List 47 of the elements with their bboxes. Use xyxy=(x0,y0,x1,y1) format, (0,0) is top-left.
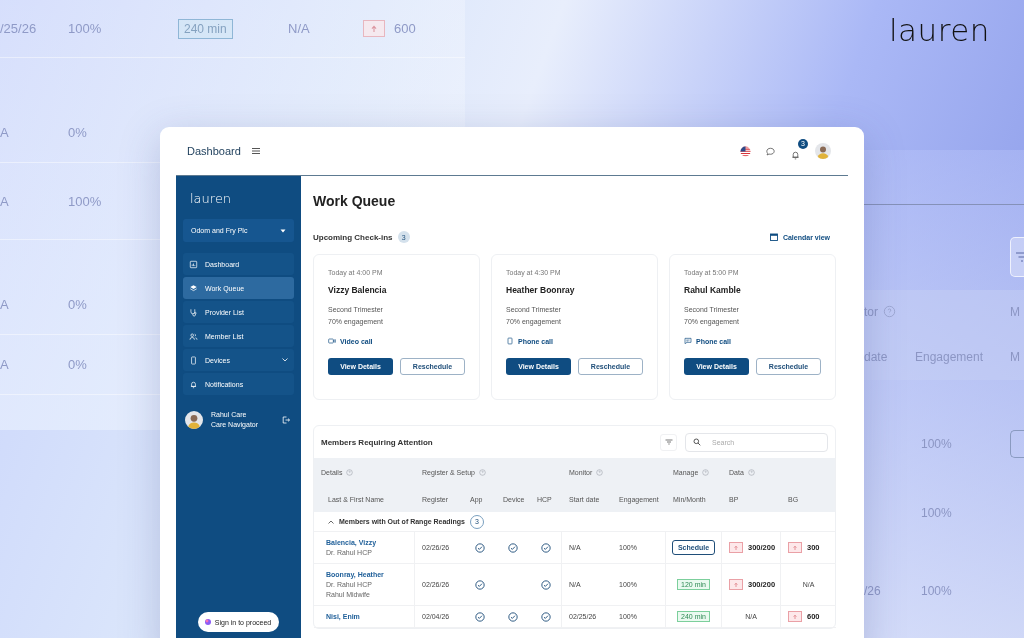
member-name: Heather Boonray xyxy=(506,285,576,295)
avatar-icon[interactable] xyxy=(815,143,831,159)
message-icon xyxy=(684,337,692,345)
page-title: Dashboard xyxy=(187,145,241,157)
section-title: Work Queue xyxy=(313,192,397,210)
section-heading: Members Requiring Attention xyxy=(321,437,433,447)
table-cell: 100% xyxy=(68,193,102,209)
calendar-icon xyxy=(769,233,778,241)
reading-value: 600 xyxy=(394,21,416,36)
table-cell: A xyxy=(0,297,9,312)
avatar-icon[interactable] xyxy=(185,411,203,429)
table-cell: 0% xyxy=(68,297,87,312)
minutes-badge: 240 min xyxy=(178,18,233,39)
table-cell: /25/26 xyxy=(0,21,37,36)
video-camera-icon xyxy=(328,337,336,345)
table-cell: A xyxy=(0,357,9,372)
table-cell: 100% xyxy=(921,506,952,520)
phone-icon xyxy=(189,355,198,365)
table-cell: 100% xyxy=(921,584,952,598)
brand-logo: lauren xyxy=(888,12,990,48)
table-cell: A xyxy=(0,193,9,209)
people-icon xyxy=(189,331,198,341)
table-cell: N/A xyxy=(288,21,310,36)
filter-icon xyxy=(664,438,673,446)
stethoscope-icon xyxy=(189,307,198,317)
flag-icon[interactable] xyxy=(740,145,751,157)
member-name: Vizzy Balencia xyxy=(328,285,388,295)
menu-icon[interactable] xyxy=(250,146,261,156)
section-heading: Upcoming Check-ins xyxy=(313,232,393,242)
search-icon xyxy=(693,438,701,446)
brand-logo: lauren xyxy=(189,191,233,207)
table-cell: 0% xyxy=(68,357,87,372)
chart-icon xyxy=(189,259,198,269)
chat-icon[interactable] xyxy=(765,145,776,157)
dot-icon xyxy=(204,619,211,625)
table-cell: /26 xyxy=(864,584,881,598)
bell-icon xyxy=(189,379,198,389)
phone-icon xyxy=(506,337,514,345)
caret-icon xyxy=(280,228,286,233)
member-name: Rahul Kamble xyxy=(684,285,742,295)
chevron-down-icon[interactable] xyxy=(282,358,288,362)
layers-icon xyxy=(189,283,198,293)
chevron-up-icon[interactable] xyxy=(328,519,334,524)
table-cell: 100% xyxy=(68,21,102,36)
logout-icon[interactable] xyxy=(282,416,290,424)
table-cell: 0% xyxy=(68,125,87,140)
table-cell: A xyxy=(0,125,9,140)
